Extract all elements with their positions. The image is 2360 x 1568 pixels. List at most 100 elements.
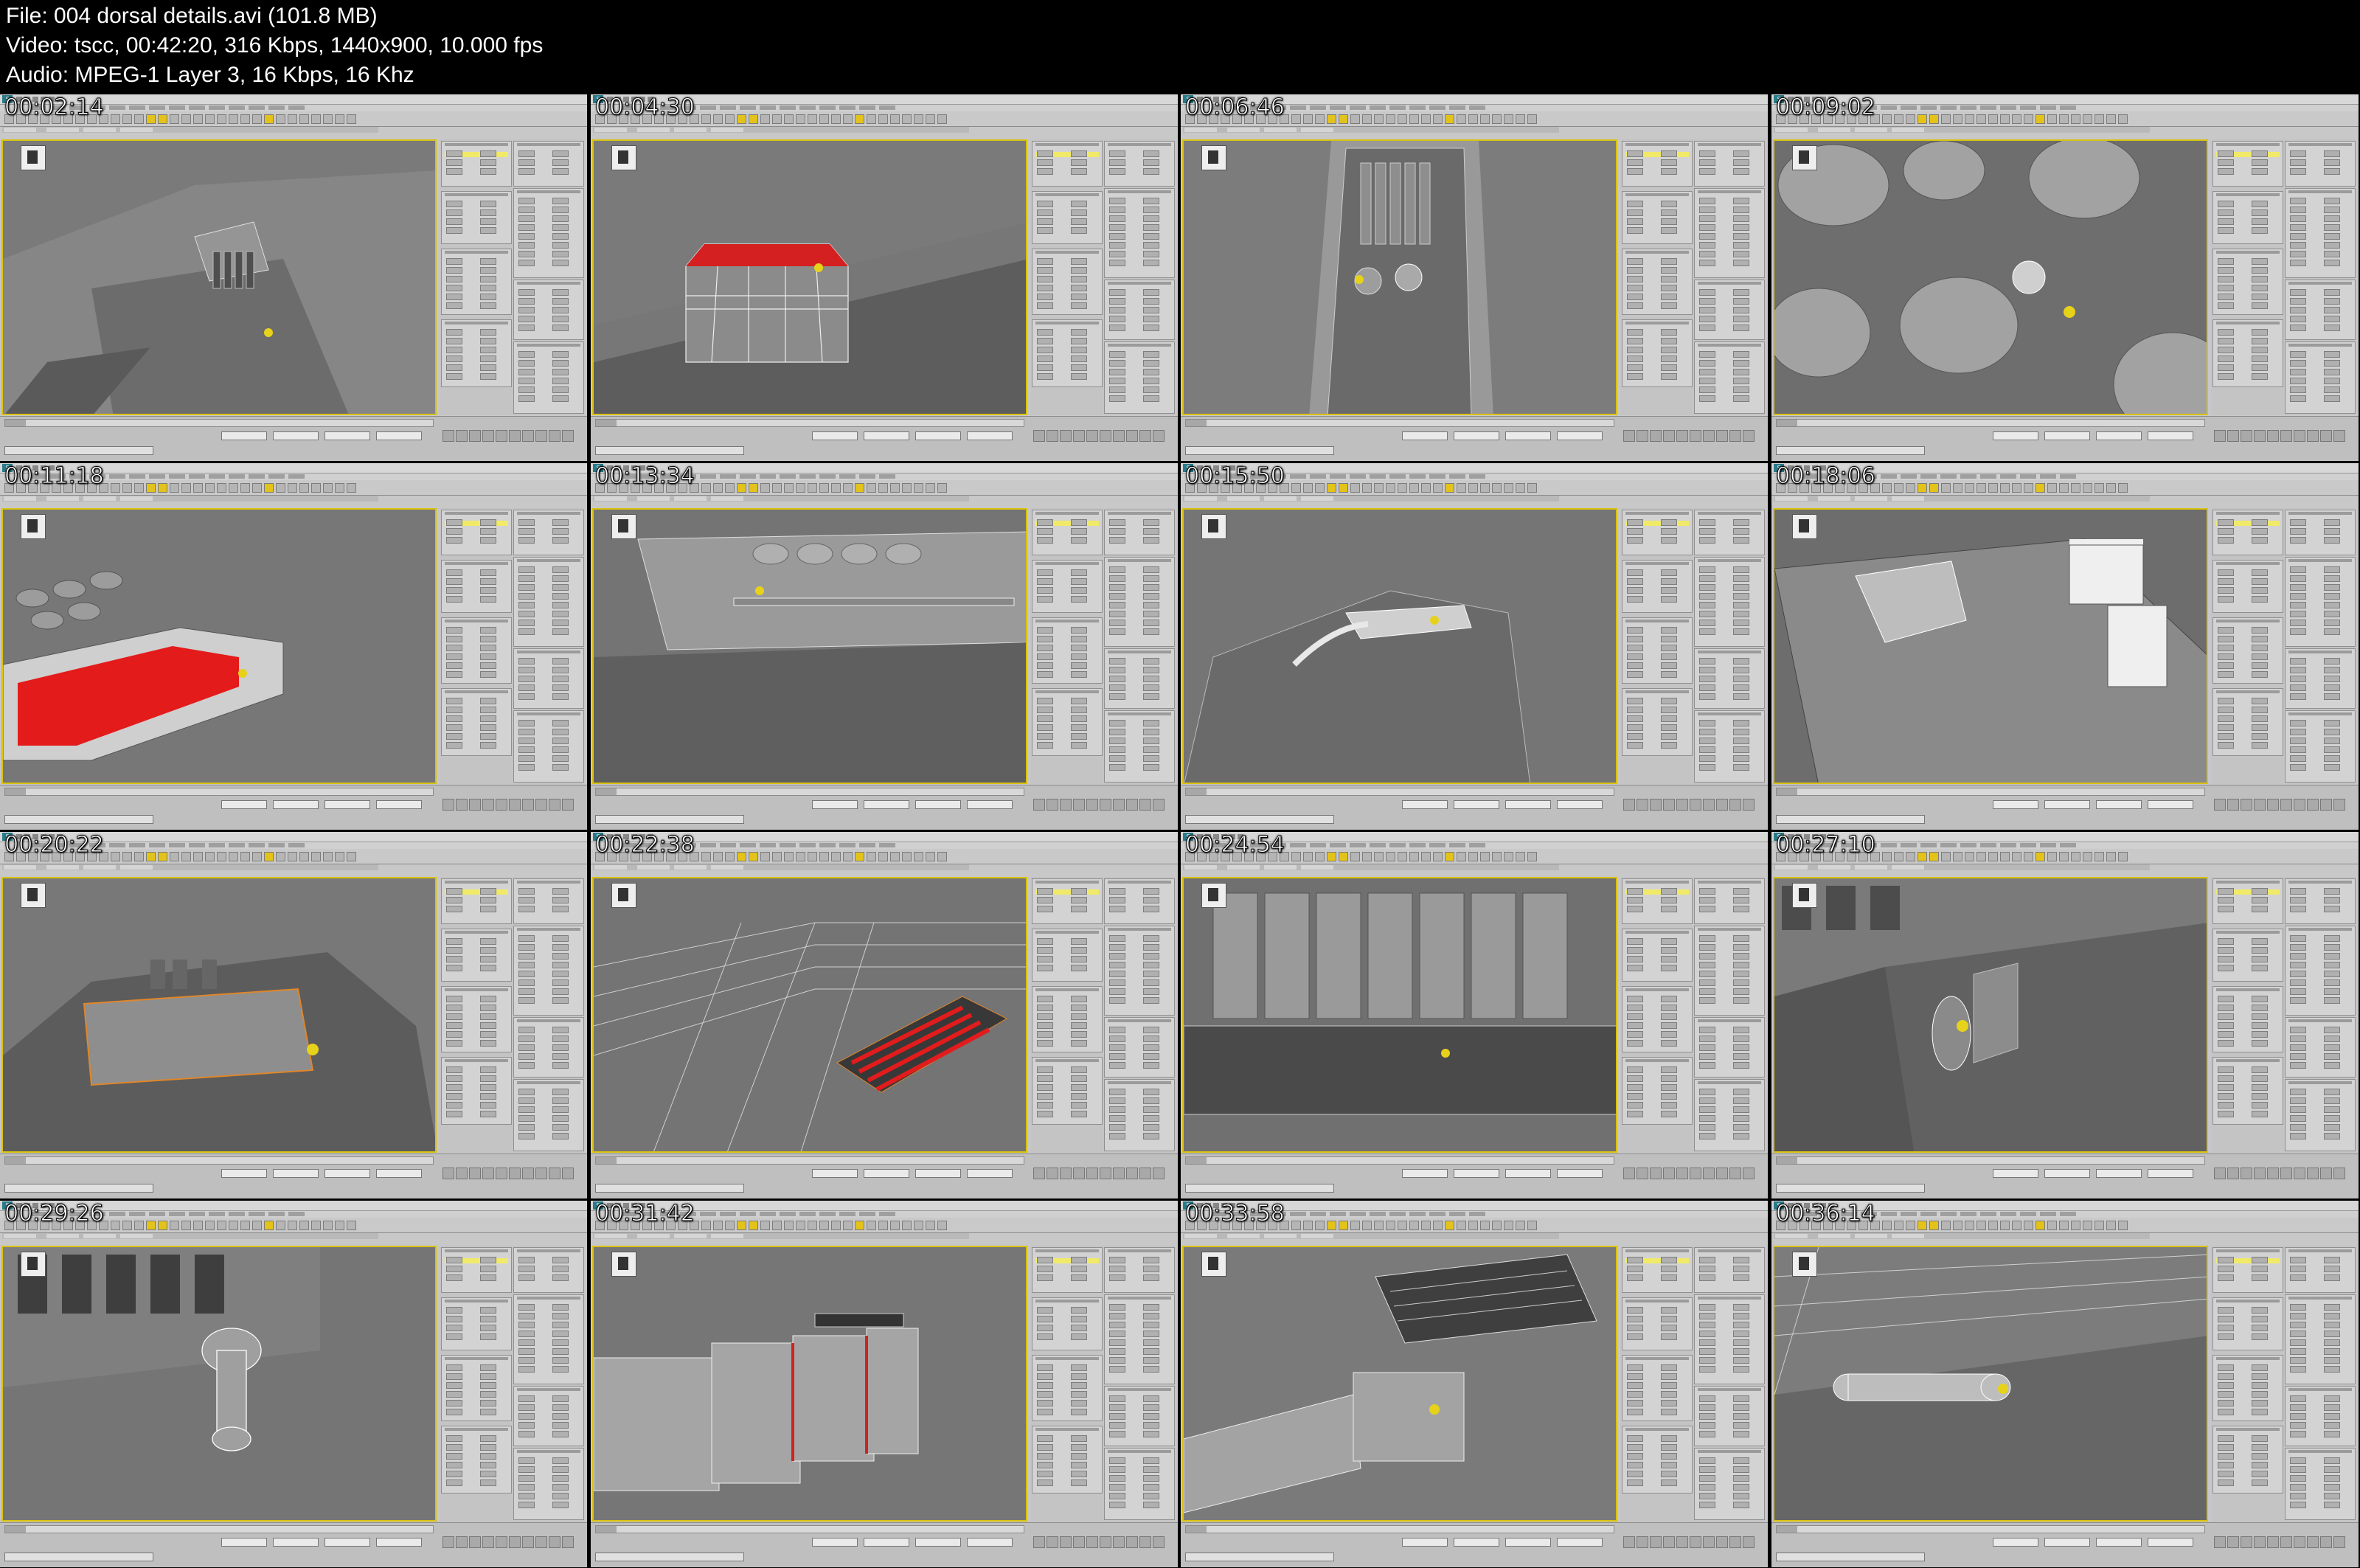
rollout-button[interactable]	[552, 1062, 569, 1069]
rollout-button[interactable]	[1143, 584, 1159, 591]
rollout-button[interactable]	[2218, 338, 2234, 344]
rollout-button[interactable]	[2218, 285, 2234, 291]
rollout-button[interactable]	[2290, 1106, 2306, 1113]
rollout-button[interactable]	[518, 242, 535, 249]
rollout-button[interactable]	[480, 1325, 496, 1331]
rollout-button[interactable]	[1733, 307, 1749, 313]
rollout-header[interactable]	[517, 1297, 580, 1300]
playback-control-icon[interactable]	[2333, 1168, 2345, 1179]
rollout-button[interactable]	[446, 168, 462, 175]
toolbar-tool-icon[interactable]	[2071, 114, 2080, 124]
menu-item[interactable]	[288, 843, 305, 847]
rollout-button[interactable]	[446, 1409, 462, 1415]
toolbar-tool-icon[interactable]	[843, 114, 853, 124]
rollout-button[interactable]	[1733, 1431, 1749, 1437]
rollout-button[interactable]	[2290, 325, 2306, 331]
toolbar-tool-icon[interactable]	[713, 483, 723, 493]
viewcube-icon[interactable]	[611, 514, 636, 539]
toolbar-tool-icon[interactable]	[2024, 852, 2033, 861]
menu-item[interactable]	[1409, 474, 1426, 479]
rollout-button[interactable]	[2252, 1333, 2268, 1340]
rollout-button[interactable]	[480, 1307, 496, 1314]
rollout-button[interactable]	[1109, 360, 1125, 367]
rollout-header[interactable]	[1698, 1019, 1761, 1022]
rollout-button[interactable]	[518, 298, 535, 305]
menu-item[interactable]	[859, 474, 875, 479]
rollout-button[interactable]	[1109, 658, 1125, 665]
rollout-button[interactable]	[1071, 1040, 1087, 1047]
rollout-button[interactable]	[480, 294, 496, 300]
toolbar-tool-icon[interactable]	[737, 483, 746, 493]
rollout-button[interactable]	[1661, 965, 1677, 971]
rollout-button[interactable]	[480, 209, 496, 216]
rollout-button[interactable]	[1699, 944, 1715, 951]
rollout-button[interactable]	[1109, 962, 1125, 968]
rollout-header[interactable]	[1698, 190, 1761, 193]
rollout-button[interactable]	[552, 307, 569, 313]
menu-item[interactable]	[780, 1212, 796, 1216]
menu-item[interactable]	[1330, 474, 1346, 479]
rollout-button[interactable]	[2324, 386, 2340, 393]
rollout-button[interactable]	[1733, 360, 1749, 367]
rollout-button[interactable]	[1733, 395, 1749, 402]
rollout-button[interactable]	[1037, 267, 1053, 274]
coordinate-field[interactable]	[221, 1169, 267, 1178]
perspective-viewport[interactable]	[1182, 508, 1617, 784]
rollout-button[interactable]	[2252, 742, 2268, 749]
rollout-button[interactable]	[1733, 1475, 1749, 1482]
rollout-button[interactable]	[2252, 258, 2268, 265]
toolbar-tool-icon[interactable]	[2094, 483, 2104, 493]
rollout-button[interactable]	[552, 386, 569, 393]
rollout-button[interactable]	[1627, 285, 1643, 291]
toolbar-tool-icon[interactable]	[831, 114, 841, 124]
rollout-button[interactable]	[2218, 1031, 2234, 1038]
rollout-button[interactable]	[1143, 1348, 1159, 1355]
menu-item[interactable]	[229, 843, 245, 847]
rollout-button[interactable]	[1071, 1444, 1087, 1451]
rollout-button[interactable]	[1109, 1106, 1125, 1113]
rollout-button[interactable]	[1699, 764, 1715, 771]
rollout-button[interactable]	[552, 584, 569, 591]
rollout-button[interactable]	[1109, 215, 1125, 222]
rollout-button[interactable]	[552, 168, 569, 175]
playback-control-icon[interactable]	[1153, 1536, 1165, 1548]
rollout-button[interactable]	[1143, 1257, 1159, 1263]
toolbar-tool-icon[interactable]	[713, 852, 723, 861]
rollout-button[interactable]	[1109, 979, 1125, 986]
playback-control-icon[interactable]	[1663, 430, 1675, 442]
toolbar-tool-icon[interactable]	[1327, 852, 1336, 861]
rollout-button[interactable]	[2252, 1435, 2268, 1442]
rollout-button[interactable]	[1661, 1266, 1677, 1272]
rollout-button[interactable]	[1109, 684, 1125, 691]
toolbar-tool-icon[interactable]	[217, 483, 226, 493]
rollout-button[interactable]	[552, 906, 569, 912]
rollout-button[interactable]	[1037, 294, 1053, 300]
rollout-button[interactable]	[1733, 150, 1749, 157]
rollout-header[interactable]	[1108, 512, 1171, 515]
rollout-button[interactable]	[2218, 1373, 2234, 1380]
rollout-button[interactable]	[1661, 662, 1677, 669]
rollout-button[interactable]	[446, 1013, 462, 1020]
toolbar-tool-icon[interactable]	[1315, 1221, 1325, 1230]
rollout-header[interactable]	[2288, 559, 2352, 562]
rollout-button[interactable]	[1037, 1400, 1053, 1406]
toolbar-tool-icon[interactable]	[1468, 114, 1478, 124]
rollout-button[interactable]	[2290, 720, 2306, 726]
rollout-button[interactable]	[552, 360, 569, 367]
rollout-header[interactable]	[2216, 1357, 2280, 1360]
playback-control-icon[interactable]	[469, 1536, 481, 1548]
rollout-button[interactable]	[518, 684, 535, 691]
rollout-button[interactable]	[552, 953, 569, 960]
rollout-button[interactable]	[1733, 251, 1749, 257]
rollout-button[interactable]	[480, 150, 496, 157]
rollout-button[interactable]	[2290, 738, 2306, 744]
toolbar-tool-icon[interactable]	[288, 483, 297, 493]
rollout-button[interactable]	[480, 258, 496, 265]
rollout-button[interactable]	[1037, 569, 1053, 576]
rollout-button[interactable]	[2324, 1466, 2340, 1473]
rollout-button[interactable]	[1661, 1257, 1677, 1263]
rollout-button[interactable]	[2324, 1404, 2340, 1411]
menu-item[interactable]	[1960, 843, 1977, 847]
rollout-button[interactable]	[1627, 724, 1643, 731]
playback-control-icon[interactable]	[1716, 799, 1728, 811]
